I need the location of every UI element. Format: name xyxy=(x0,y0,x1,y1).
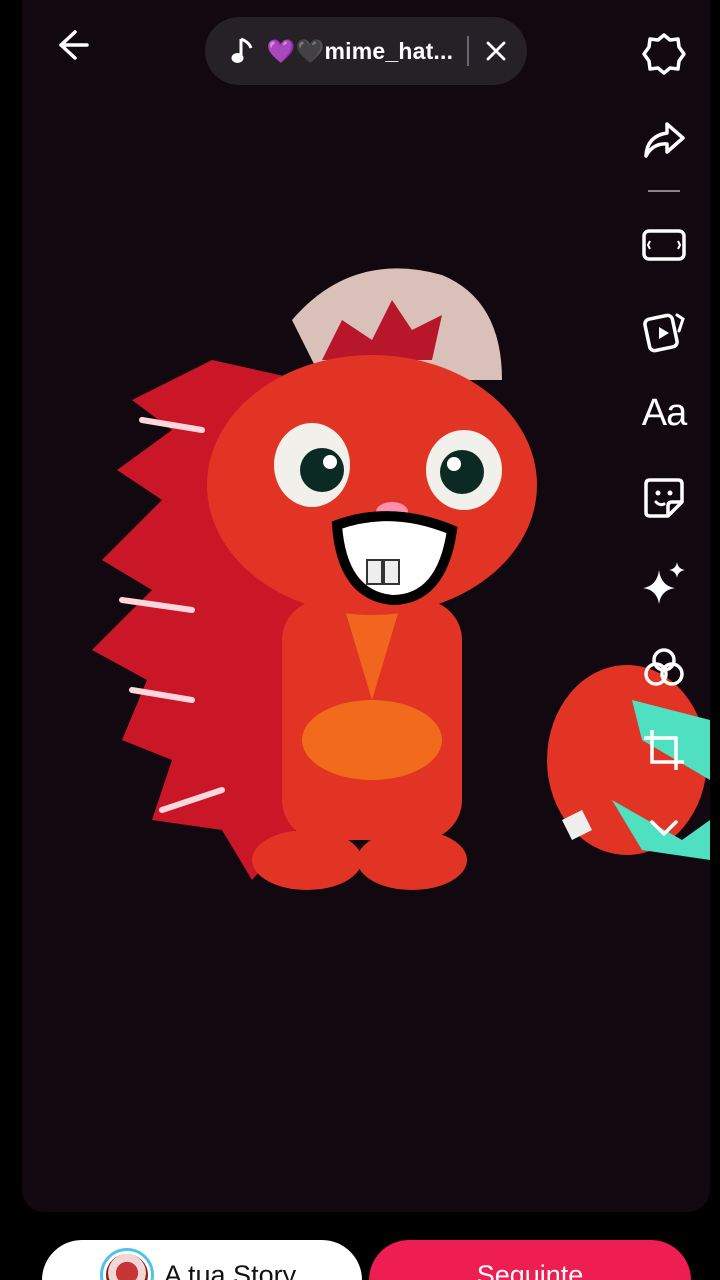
sticker-button[interactable] xyxy=(634,468,694,528)
story-label: A tua Story xyxy=(164,1260,297,1280)
your-story-button[interactable]: A tua Story xyxy=(42,1240,362,1280)
editing-toolbar: Aa xyxy=(634,0,694,1280)
video-canvas[interactable] xyxy=(22,0,710,1212)
filters-icon xyxy=(644,648,684,686)
settings-icon xyxy=(642,33,686,75)
chevron-down-icon xyxy=(650,820,678,836)
music-note-icon xyxy=(231,35,259,67)
more-tools-button[interactable] xyxy=(634,798,694,858)
toolbar-divider xyxy=(648,190,680,192)
effects-button[interactable] xyxy=(634,553,694,613)
template-icon xyxy=(643,313,685,353)
crop-button[interactable] xyxy=(634,720,694,780)
template-button[interactable] xyxy=(634,300,694,360)
sparkle-effects-icon xyxy=(643,562,685,604)
aspect-ratio-button[interactable] xyxy=(634,215,694,275)
sticker-icon xyxy=(644,478,684,518)
close-icon[interactable] xyxy=(481,36,511,66)
music-title: 💜🖤mime_hat... xyxy=(266,37,454,64)
next-button[interactable]: Seguinte xyxy=(369,1240,691,1280)
pill-divider xyxy=(467,36,470,66)
share-button[interactable] xyxy=(634,110,694,170)
filters-button[interactable] xyxy=(634,638,694,698)
aspect-ratio-icon xyxy=(642,229,686,261)
back-button[interactable] xyxy=(50,22,96,68)
back-arrow-icon xyxy=(59,30,89,60)
crop-icon xyxy=(644,730,684,770)
text-tool-button[interactable]: Aa xyxy=(634,383,694,443)
sticker-character[interactable] xyxy=(22,0,710,1212)
avatar xyxy=(100,1248,154,1280)
music-selector[interactable]: 💜🖤mime_hat... xyxy=(205,17,527,85)
settings-button[interactable] xyxy=(634,24,694,84)
share-icon xyxy=(644,122,685,158)
